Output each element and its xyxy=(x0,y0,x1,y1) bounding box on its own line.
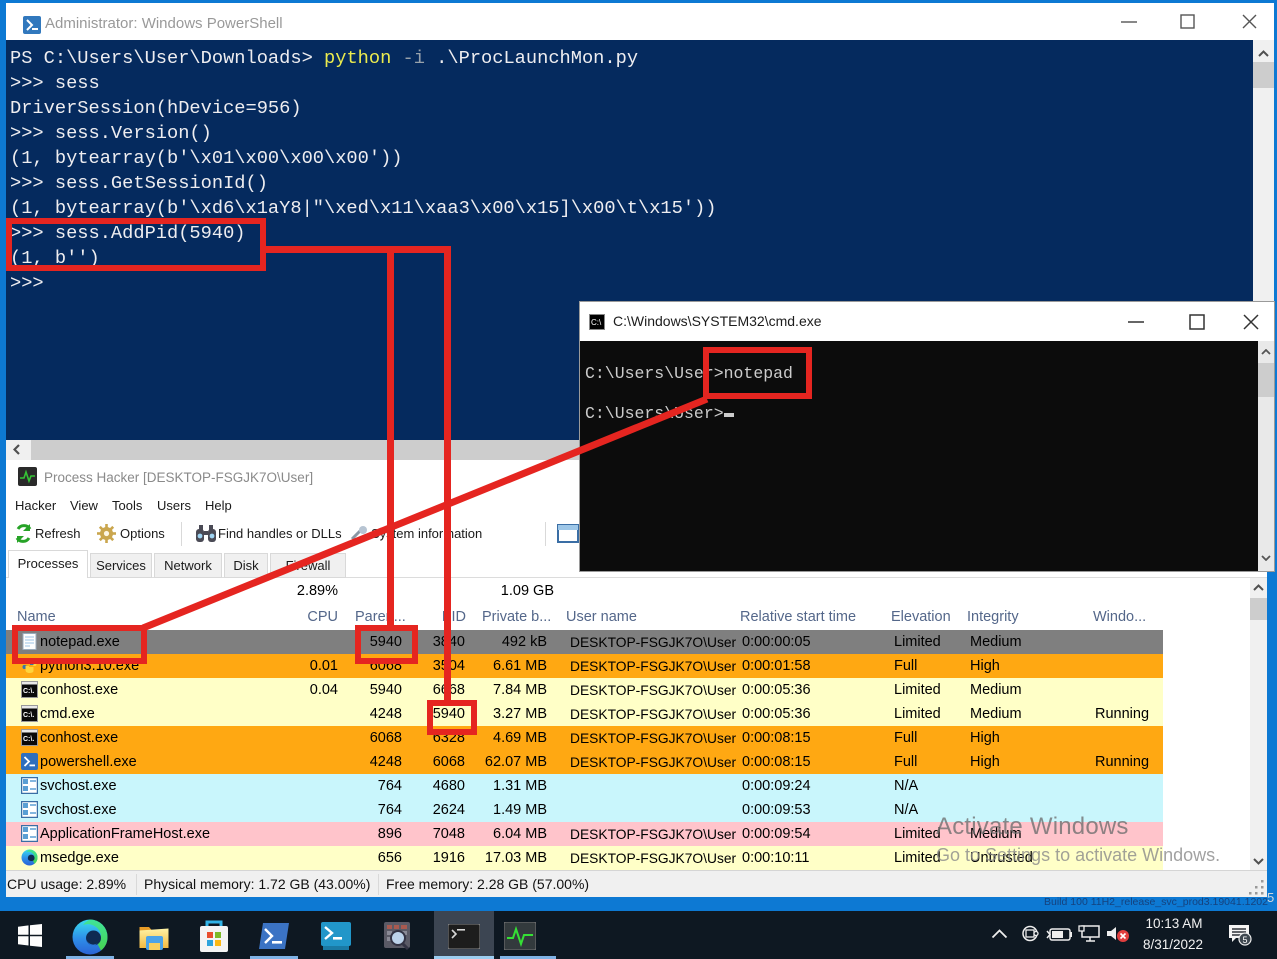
svg-text:C:\.: C:\. xyxy=(23,688,34,695)
svg-text:C:\.: C:\. xyxy=(23,712,34,719)
svg-text:C:\.: C:\. xyxy=(23,736,34,743)
svg-text:C:\: C:\ xyxy=(591,318,602,327)
svg-text:5: 5 xyxy=(1243,935,1248,945)
